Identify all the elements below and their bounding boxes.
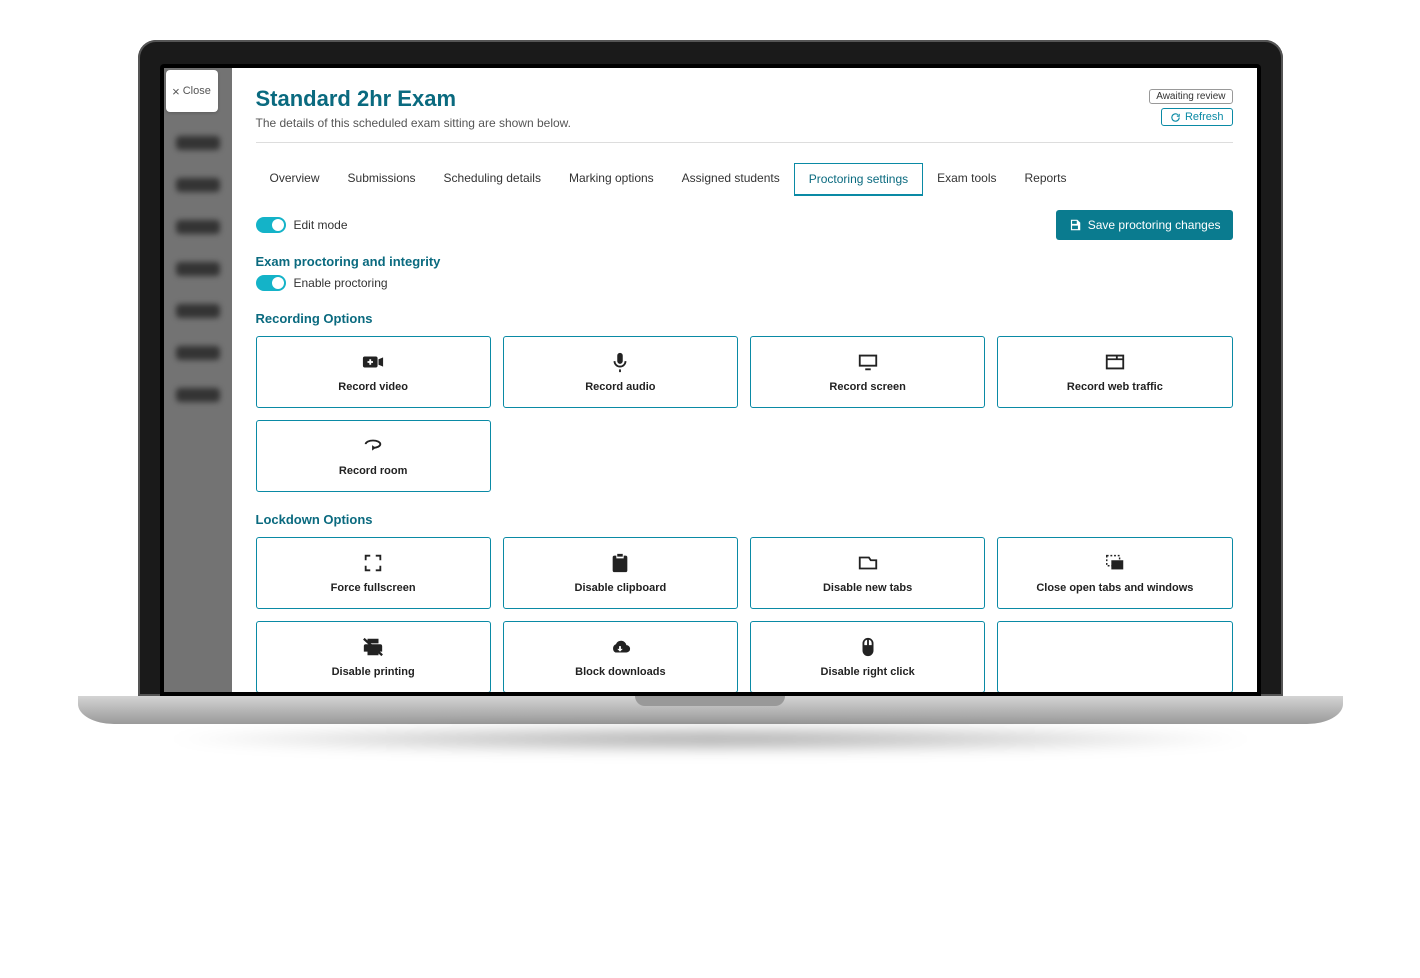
save-proctoring-button[interactable]: Save proctoring changes [1056,210,1233,240]
page-subtitle: The details of this scheduled exam sitti… [256,116,572,130]
close-windows-icon [1103,552,1127,574]
integrity-heading: Exam proctoring and integrity [256,254,1233,269]
tab-assigned-students[interactable]: Assigned students [668,163,794,196]
enable-proctoring-label: Enable proctoring [294,276,388,290]
lockdown-option-disable-right-click[interactable]: Disable right click [750,621,985,692]
recording-option-record-audio[interactable]: Record audio [503,336,738,408]
lockdown-option-block-downloads[interactable]: Block downloads [503,621,738,692]
lockdown-option-force-fullscreen[interactable]: Force fullscreen [256,537,491,609]
lockdown-option-close-open-tabs[interactable]: Close open tabs and windows [997,537,1232,609]
recording-option-record-web-traffic[interactable]: Record web traffic [997,336,1232,408]
video-plus-icon [361,351,385,373]
recording-option-label: Record audio [585,381,655,393]
recording-option-record-screen[interactable]: Record screen [750,336,985,408]
recording-option-label: Record web traffic [1067,381,1163,393]
close-button[interactable]: × Close [166,70,218,112]
tab-exam-tools[interactable]: Exam tools [923,163,1010,196]
tabs: OverviewSubmissionsScheduling detailsMar… [256,163,1233,196]
status-badge: Awaiting review [1149,89,1232,104]
lockdown-option-label: Disable right click [821,666,915,678]
lockdown-option-disable-printing[interactable]: Disable printing [256,621,491,692]
edit-mode-label: Edit mode [294,218,348,232]
lockdown-option-disable-new-tabs[interactable]: Disable new tabs [750,537,985,609]
refresh-icon [1170,112,1181,123]
lockdown-option-label: Disable new tabs [823,582,912,594]
lockdown-option-label: Block downloads [575,666,665,678]
recording-option-label: Record room [339,465,407,477]
fullscreen-icon [361,552,385,574]
refresh-button[interactable]: Refresh [1161,108,1233,126]
tab-marking-options[interactable]: Marking options [555,163,668,196]
lockdown-option-label: Disable clipboard [575,582,667,594]
lockdown-heading: Lockdown Options [256,512,1233,527]
close-icon: × [172,85,180,98]
tab-scheduling-details[interactable]: Scheduling details [430,163,555,196]
lockdown-option-empty[interactable] [997,621,1232,692]
lockdown-option-label: Force fullscreen [331,582,416,594]
cloud-down-icon [608,636,632,658]
monitor-icon [856,351,880,373]
tab-icon [856,552,880,574]
lockdown-option-label: Disable printing [332,666,415,678]
lockdown-option-disable-clipboard[interactable]: Disable clipboard [503,537,738,609]
lockdown-option-label: Close open tabs and windows [1036,582,1193,594]
mic-icon [608,351,632,373]
no-print-icon [361,636,385,658]
tab-reports[interactable]: Reports [1010,163,1080,196]
save-icon [1068,218,1082,232]
rotate-360-icon [361,435,385,457]
browser-icon [1103,351,1127,373]
save-label: Save proctoring changes [1088,218,1221,232]
mouse-icon [856,636,880,658]
tab-overview[interactable]: Overview [256,163,334,196]
close-label: Close [183,85,211,97]
main-content: Standard 2hr Exam The details of this sc… [232,68,1257,692]
sidebar-dimmed [164,68,232,692]
tab-proctoring-settings[interactable]: Proctoring settings [794,163,923,196]
edit-mode-toggle[interactable] [256,217,286,233]
page-title: Standard 2hr Exam [256,86,572,112]
recording-option-record-room[interactable]: Record room [256,420,491,492]
recording-heading: Recording Options [256,311,1233,326]
recording-option-label: Record screen [829,381,905,393]
refresh-label: Refresh [1185,111,1224,123]
recording-option-record-video[interactable]: Record video [256,336,491,408]
recording-option-label: Record video [338,381,408,393]
clipboard-icon [608,552,632,574]
enable-proctoring-toggle[interactable] [256,275,286,291]
tab-submissions[interactable]: Submissions [334,163,430,196]
app-screen: × Close Standard 2hr Exam [164,68,1257,692]
